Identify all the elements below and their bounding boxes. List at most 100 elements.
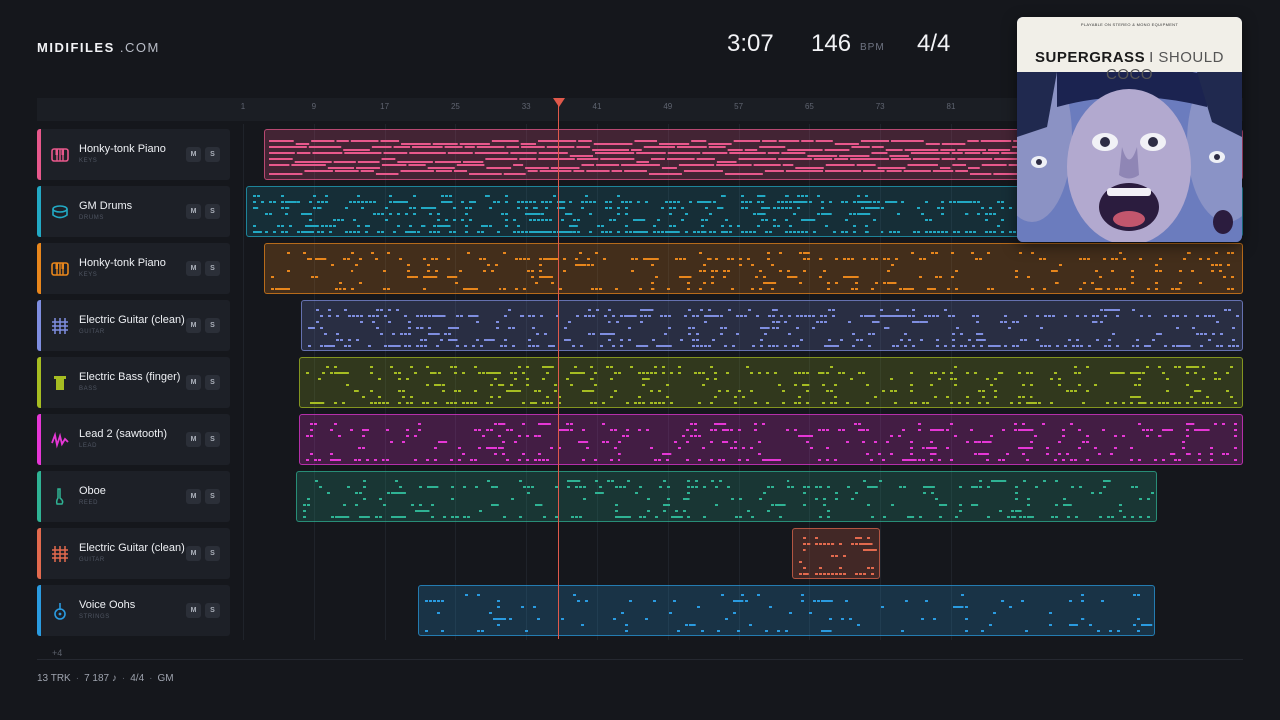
midi-clip[interactable] (264, 243, 1243, 294)
track-header[interactable]: Oboe REED M S (37, 471, 230, 522)
ruler-bar-label: 57 (734, 102, 744, 111)
track-name: Electric Guitar (clean) (79, 542, 185, 554)
track-header[interactable]: Honky-tonk Piano KEYS M S (37, 129, 230, 180)
track-name: Voice Oohs (79, 599, 136, 611)
track-name: Oboe (79, 485, 106, 497)
mute-button[interactable]: M (186, 318, 201, 333)
track-name: Lead 2 (sawtooth) (79, 428, 168, 440)
midi-standard: GM (157, 673, 174, 684)
brand-name: MIDIFILES (37, 40, 115, 55)
mute-button[interactable]: M (186, 147, 201, 162)
grid-line (243, 124, 244, 640)
track-header[interactable]: Electric Guitar (clean) GUITAR M S (37, 300, 230, 351)
midi-clip[interactable] (299, 357, 1243, 408)
track-category: DRUMS (79, 215, 104, 221)
ruler-bar-label: 1 (240, 102, 246, 111)
track-color-stripe (37, 357, 41, 408)
tempo-value: 146 (811, 30, 852, 57)
midi-clip[interactable] (792, 528, 880, 579)
midi-clip[interactable] (418, 585, 1155, 636)
track-category: KEYS (79, 158, 98, 164)
album-cover: PLAYABLE ON STEREO & MONO EQUIPMENT SUPE… (1017, 17, 1242, 242)
midi-clip[interactable] (299, 414, 1243, 465)
note-count: 7 187 ♪ (84, 673, 117, 684)
mute-button[interactable]: M (186, 546, 201, 561)
track-category: LEAD (79, 443, 98, 449)
playhead-line[interactable] (558, 99, 559, 639)
track-color-stripe (37, 585, 41, 636)
brand-logo[interactable]: MIDIFILES .COM (37, 40, 160, 55)
track-category: BASS (79, 386, 98, 392)
solo-button[interactable]: S (205, 261, 220, 276)
solo-button[interactable]: S (205, 432, 220, 447)
song-duration: 3:07 (727, 30, 774, 57)
track-name: Honky-tonk Piano (79, 143, 166, 155)
track-header[interactable]: GM Drums DRUMS M S (37, 186, 230, 237)
mute-button[interactable]: M (186, 375, 201, 390)
track-header[interactable]: Lead 2 (sawtooth) LEAD M S (37, 414, 230, 465)
solo-button[interactable]: S (205, 147, 220, 162)
solo-button[interactable]: S (205, 546, 220, 561)
track-category: GUITAR (79, 557, 105, 563)
piano-icon (51, 260, 69, 278)
solo-button[interactable]: S (205, 318, 220, 333)
separator-dot: · (149, 673, 153, 684)
clip-notes (306, 423, 1237, 461)
ruler-bar-label: 17 (380, 102, 390, 111)
solo-button[interactable]: S (205, 375, 220, 390)
tempo-unit: BPM (860, 42, 885, 53)
ruler-bar-label: 73 (875, 102, 885, 111)
midi-clip[interactable] (296, 471, 1157, 522)
mute-button[interactable]: M (186, 204, 201, 219)
separator-dot: · (121, 673, 126, 684)
track-color-stripe (37, 414, 41, 465)
oboe-icon (51, 488, 69, 506)
playhead-marker[interactable] (553, 98, 565, 107)
ruler-bar-label: 25 (450, 102, 460, 111)
mute-button[interactable]: M (186, 489, 201, 504)
track-category: STRINGS (79, 614, 110, 620)
track-header[interactable]: Honky-tonk Piano KEYS M S (37, 243, 230, 294)
mute-button[interactable]: M (186, 603, 201, 618)
drum-icon (51, 203, 69, 221)
footer-stats: 13 TRK · 7 187 ♪ · 4/4 · GM (37, 673, 174, 684)
track-color-stripe (37, 129, 41, 180)
clip-notes (425, 594, 1153, 632)
solo-button[interactable]: S (205, 603, 220, 618)
brand-domain: .COM (114, 40, 160, 55)
more-tracks-indicator[interactable]: +4 (52, 648, 62, 658)
bass-icon (51, 374, 69, 392)
cover-title-banner: PLAYABLE ON STEREO & MONO EQUIPMENT SUPE… (1017, 17, 1242, 83)
clip-notes (306, 366, 1237, 404)
track-name: GM Drums (79, 200, 133, 212)
track-color-stripe (37, 471, 41, 522)
solo-button[interactable]: S (205, 489, 220, 504)
track-color-stripe (37, 528, 41, 579)
track-name: Electric Bass (finger) (79, 371, 181, 383)
cover-artist: SUPERGRASS (1035, 49, 1146, 66)
track-category: KEYS (79, 272, 98, 278)
solo-button[interactable]: S (205, 204, 220, 219)
ruler-bar-label: 41 (592, 102, 602, 111)
mute-button[interactable]: M (186, 261, 201, 276)
track-header[interactable]: Electric Bass (finger) BASS M S (37, 357, 230, 408)
guitar-grid-icon (51, 317, 69, 335)
track-color-stripe (37, 186, 41, 237)
track-header[interactable]: Voice Oohs STRINGS M S (37, 585, 230, 636)
track-name: Honky-tonk Piano (79, 257, 166, 269)
separator-dot: · (75, 673, 80, 684)
midi-clip[interactable] (301, 300, 1243, 351)
cover-small-print: PLAYABLE ON STEREO & MONO EQUIPMENT (1080, 22, 1179, 27)
voice-instrument-icon (51, 602, 69, 620)
sawtooth-wave-icon (51, 431, 69, 449)
track-name: Electric Guitar (clean) (79, 314, 185, 326)
clip-notes (271, 252, 1234, 290)
clip-notes (308, 309, 1239, 347)
track-color-stripe (37, 243, 41, 294)
time-signature: 4/4 (917, 30, 951, 57)
clip-notes (799, 537, 877, 575)
mute-button[interactable]: M (186, 432, 201, 447)
track-header[interactable]: Electric Guitar (clean) GUITAR M S (37, 528, 230, 579)
ruler-bar-label: 81 (946, 102, 956, 111)
clip-notes (303, 480, 1154, 518)
